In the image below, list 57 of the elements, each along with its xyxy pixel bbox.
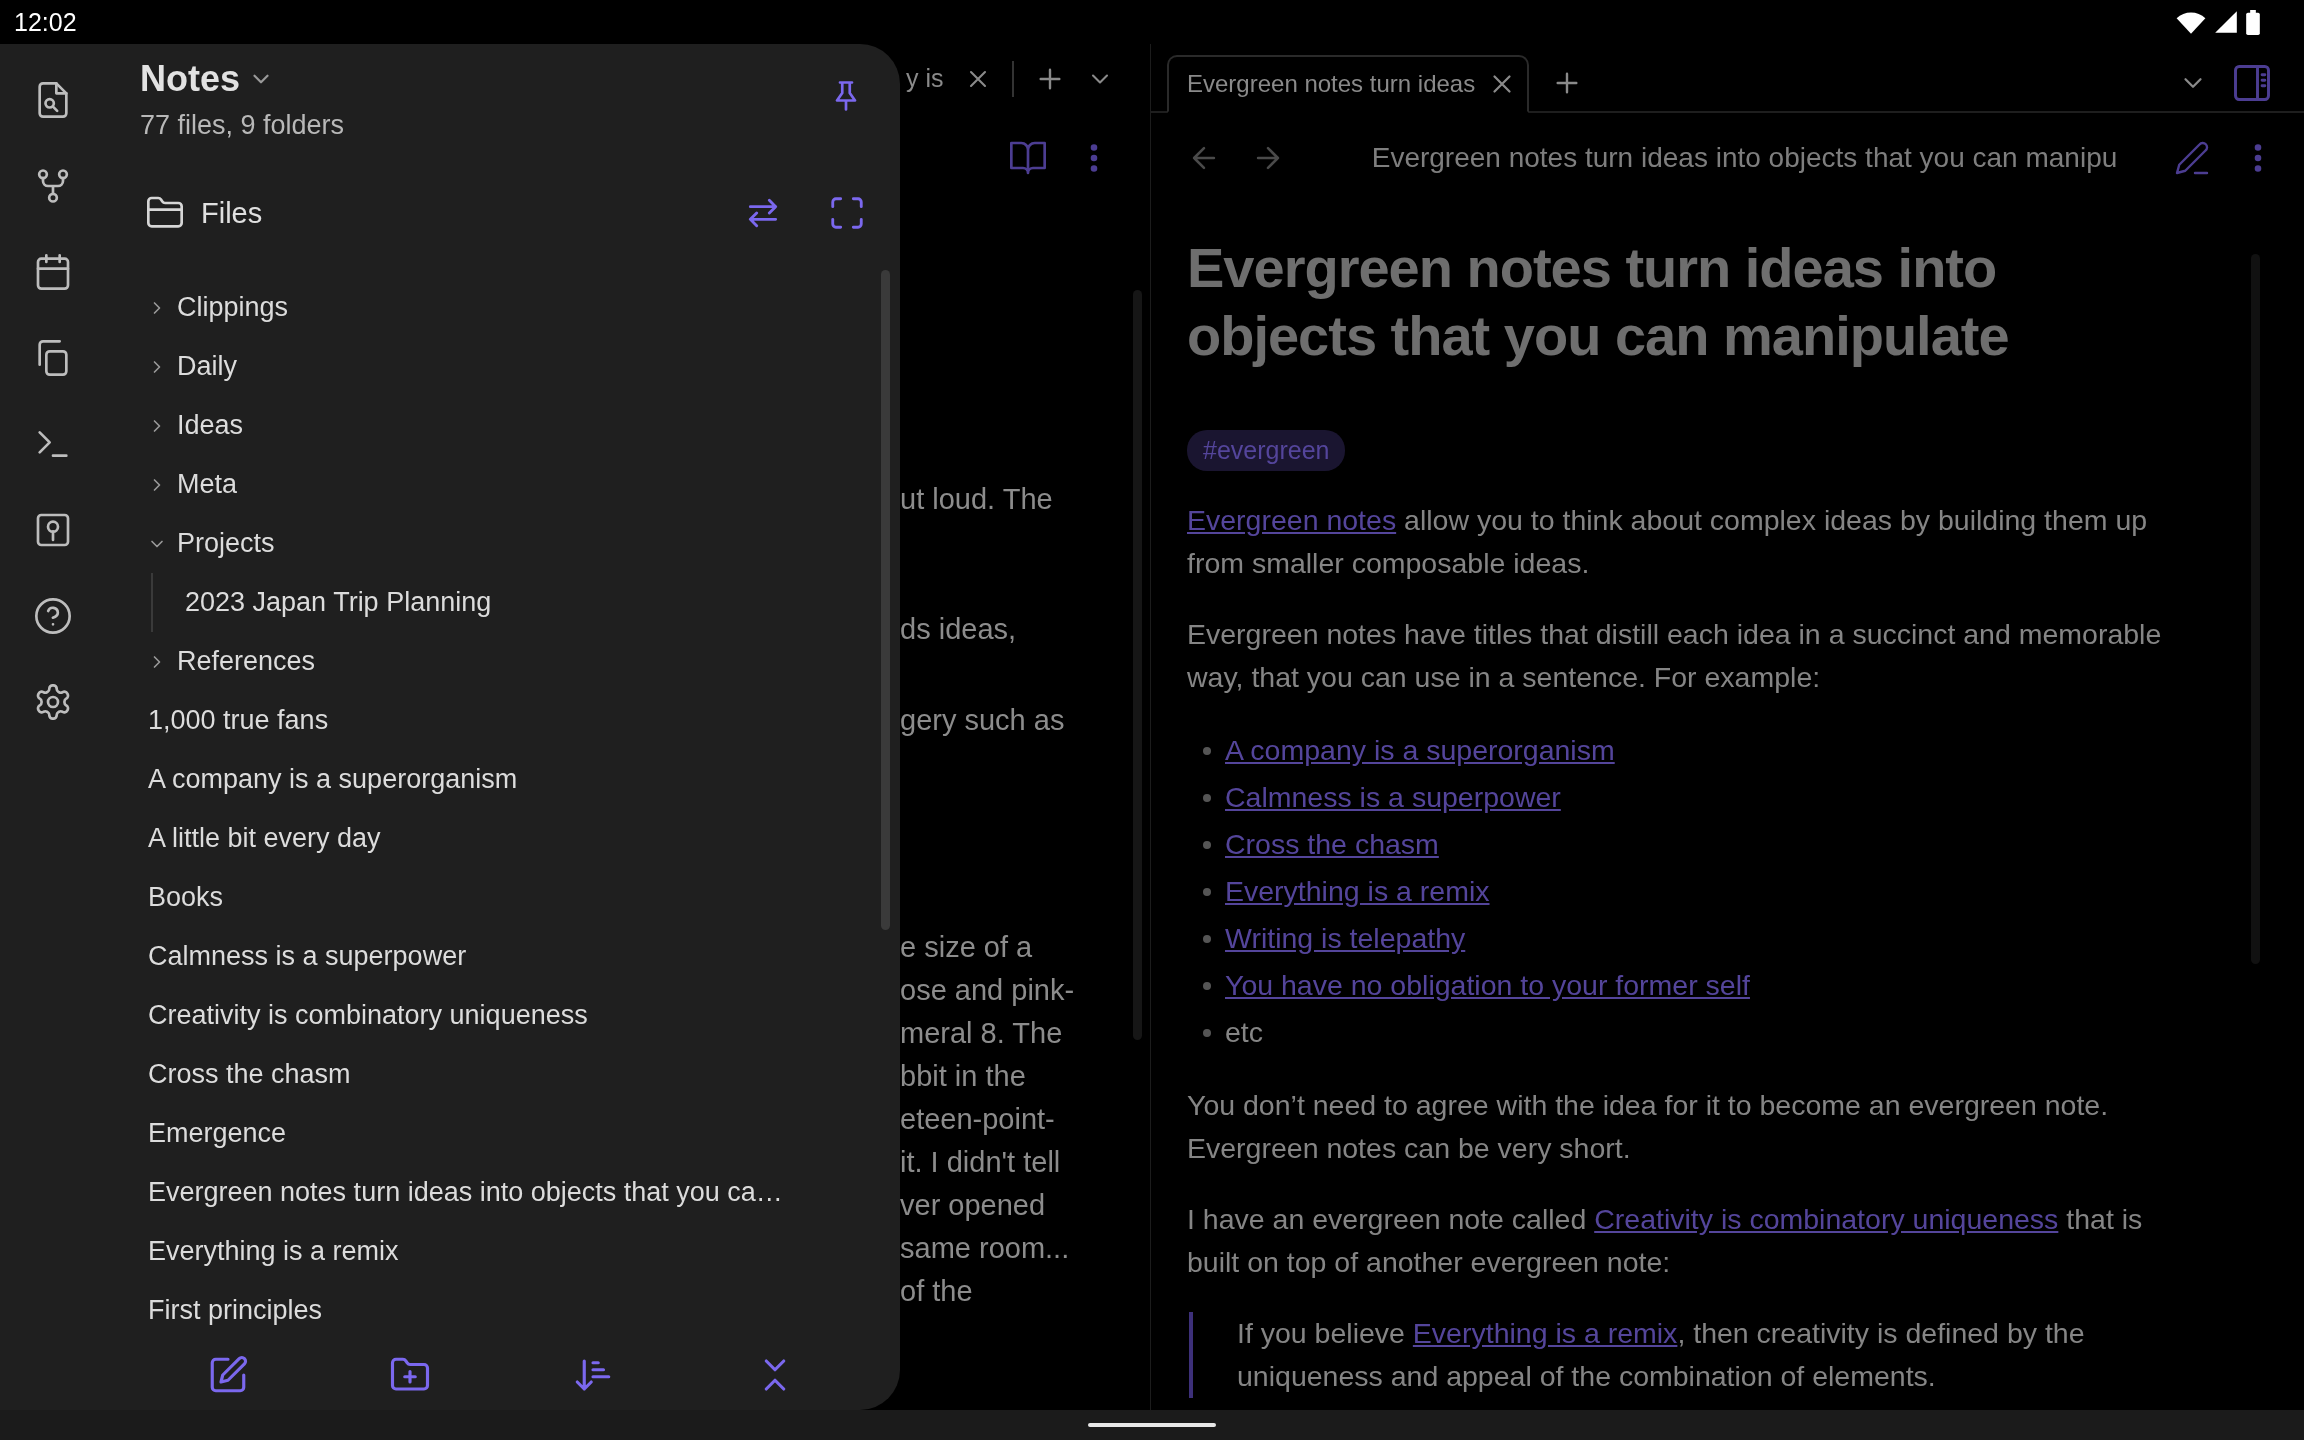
bullet	[1203, 793, 1211, 802]
paragraph: I have an evergreen note called Creativity is combinatory uniqueness that is built on top of another evergreen note:	[1187, 1202, 2144, 1280]
signal-icon	[2214, 10, 2238, 34]
fullscreen-icon[interactable]	[828, 194, 866, 232]
pencil-icon[interactable]	[2174, 140, 2210, 176]
text-line: ver opened	[900, 1188, 1047, 1223]
text-line: ds ideas,	[900, 612, 1018, 647]
file-count: 77 files, 9 folders	[140, 110, 345, 141]
text-line: same room...	[900, 1231, 1071, 1266]
text-line: meral 8. The	[900, 1016, 1064, 1051]
file-item[interactable]: Books	[105, 868, 860, 927]
bullet	[1203, 887, 1211, 896]
vault-switcher[interactable]: Notes	[140, 58, 275, 100]
battery-icon	[2246, 9, 2260, 35]
folder-item[interactable]: References	[105, 632, 860, 691]
note-heading: Evergreen notes turn ideas into objects that you can manipulate	[1187, 235, 2010, 369]
text-line: ose and pink-	[900, 973, 1076, 1008]
bullet	[1203, 840, 1211, 849]
folder-item[interactable]: Ideas	[105, 396, 860, 455]
text-line: bbit in the	[900, 1059, 1027, 1094]
blockquote: If you believe Everything is a remix, then creativity is defined by the uniqueness and appeal of the combination of elements.	[1189, 1312, 2237, 1398]
file-item[interactable]: Calmness is a superpower	[105, 927, 860, 986]
text-line: ut loud. The	[900, 482, 1054, 517]
note-title: Evergreen notes turn ideas into objects that you can manipu	[1370, 142, 2119, 174]
paragraph: Evergreen notes allow you to think about complex ideas by building them up from smaller composable ideas.	[1187, 503, 2149, 581]
folder-item[interactable]: Clippings	[105, 278, 860, 337]
text-line: of the	[900, 1274, 974, 1309]
bullet	[1203, 1028, 1211, 1037]
file-item[interactable]: Cross the chasm	[105, 1045, 860, 1104]
tab[interactable]: y is	[906, 64, 944, 93]
file-item[interactable]: 2023 Japan Trip Planning	[153, 573, 860, 632]
text-line: e size of a	[900, 930, 1034, 965]
paragraph: You don’t need to agree with the idea for it to become an evergreen note. Evergreen notes can be very short.	[1187, 1088, 2110, 1166]
paragraph: Evergreen notes have titles that distill each idea in a succinct and memorable way, that you can use in a sentence. For example:	[1187, 617, 2163, 695]
file-item[interactable]: Creativity is combinatory uniqueness	[105, 986, 860, 1045]
file-item[interactable]: A little bit every day	[105, 809, 860, 868]
list-item-text: etc	[1225, 1016, 1264, 1049]
bullet	[1203, 981, 1211, 990]
tab[interactable]: Evergreen notes turn ideas	[1167, 55, 1529, 113]
file-item[interactable]: Evergreen notes turn ideas into objects that you ca…	[105, 1163, 860, 1222]
file-item[interactable]: First principles	[105, 1281, 860, 1340]
section-title: Files	[201, 196, 263, 230]
file-item[interactable]: Emergence	[105, 1104, 860, 1163]
folder-item[interactable]: Daily	[105, 337, 860, 396]
file-item[interactable]: Everything is a remix	[105, 1222, 860, 1281]
file-item[interactable]: 1,000 true fans	[105, 691, 860, 750]
bullet	[1203, 934, 1211, 943]
text-line: eteen-point-	[900, 1102, 1056, 1137]
text-line: gery such as	[900, 703, 1066, 738]
folder-item[interactable]: Projects	[105, 514, 860, 573]
scrollbar[interactable]	[881, 270, 890, 930]
folder-item[interactable]: Meta	[105, 455, 860, 514]
clock-time: 12:02	[14, 7, 77, 37]
help-icon[interactable]	[32, 596, 73, 636]
file-item[interactable]: A company is a superorganism	[105, 750, 860, 809]
text-line: it. I didn't tell	[900, 1145, 1062, 1180]
bullet	[1203, 746, 1211, 755]
